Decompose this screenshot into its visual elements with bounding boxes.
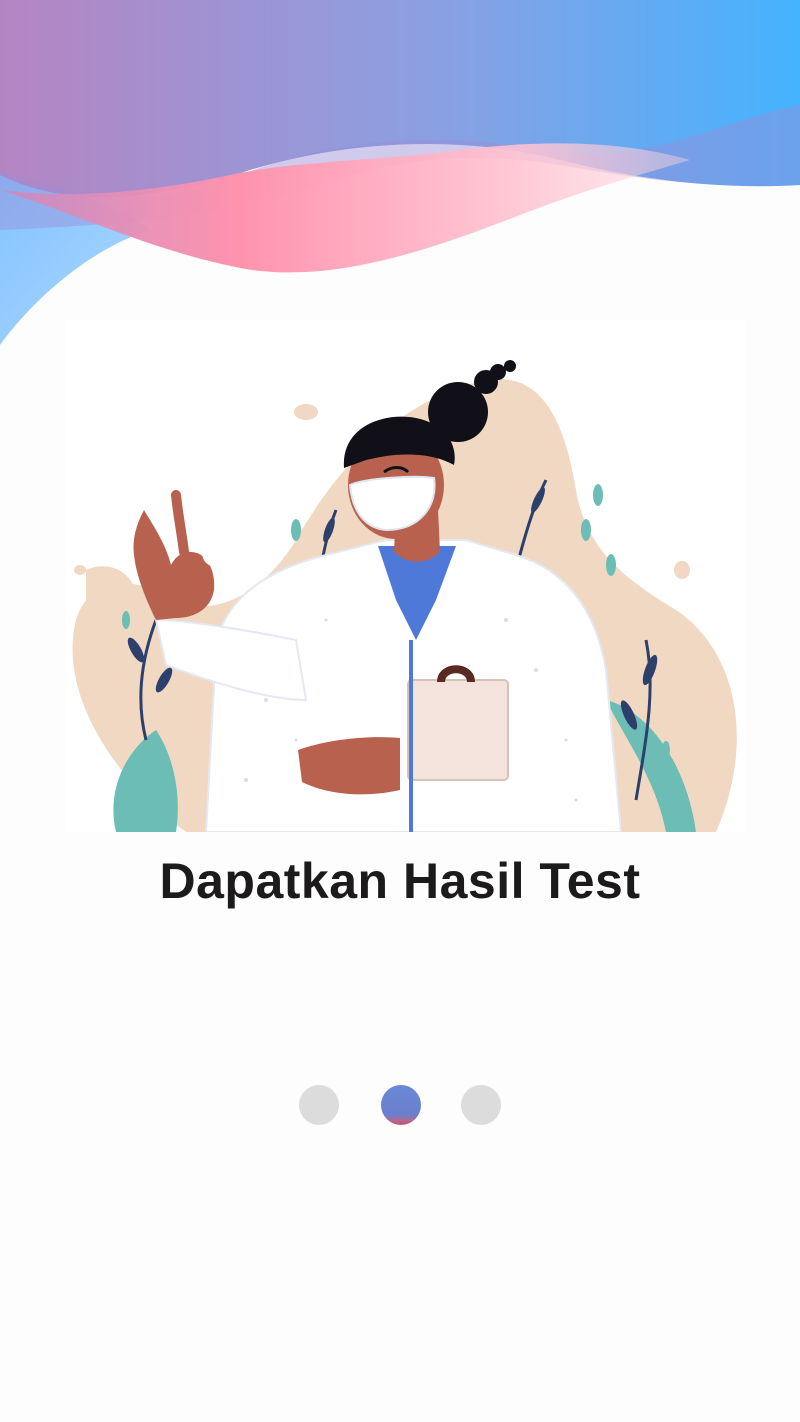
onboarding-screen: Dapatkan Hasil Test (0, 0, 800, 1422)
wave-header-decoration (0, 0, 800, 345)
page-dot-1[interactable] (299, 1085, 339, 1125)
page-indicator (0, 1085, 800, 1125)
page-dot-2-active[interactable] (381, 1085, 421, 1125)
page-dot-3[interactable] (461, 1085, 501, 1125)
onboarding-title: Dapatkan Hasil Test (159, 853, 641, 909)
doctor-illustration (66, 320, 746, 832)
